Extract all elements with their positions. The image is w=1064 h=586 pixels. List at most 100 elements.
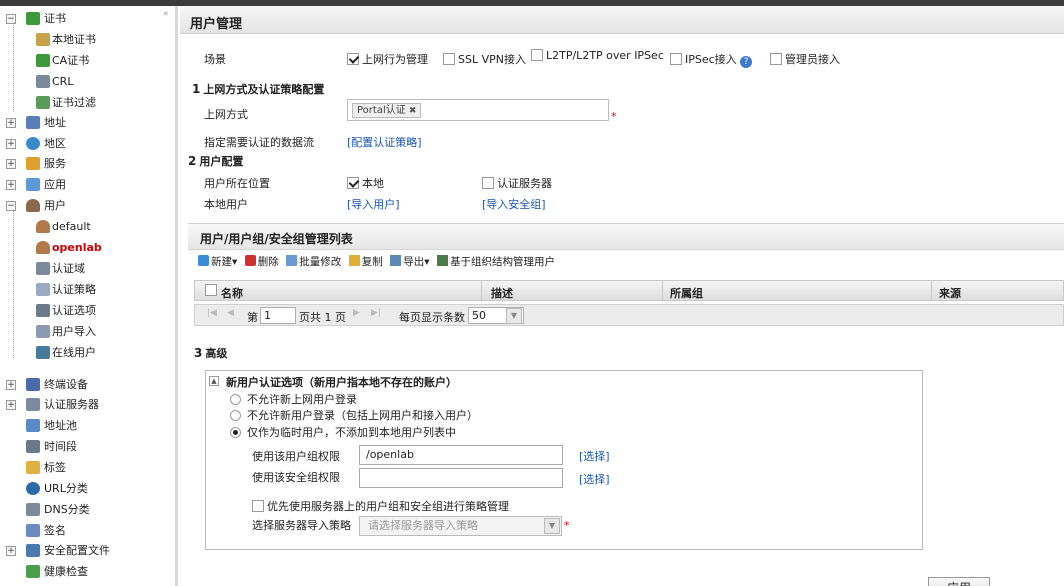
expand-icon[interactable]: +: [6, 118, 16, 128]
apply-button[interactable]: 应用: [928, 577, 990, 586]
copy-button[interactable]: 复制: [348, 254, 383, 269]
checkbox[interactable]: [531, 49, 543, 61]
edit-icon: [286, 255, 298, 266]
first-page-icon[interactable]: |◀: [207, 308, 217, 318]
auth-option-icon: [36, 304, 50, 317]
radio-temporary-user[interactable]: 仅作为临时用户，不添加到本地用户列表中: [230, 424, 456, 440]
expand-icon[interactable]: +: [6, 546, 16, 556]
radio-button[interactable]: [230, 410, 241, 421]
health-check-icon: [26, 565, 40, 578]
prev-page-icon[interactable]: ◀: [227, 308, 234, 318]
url-category-icon: [26, 482, 40, 495]
user-import-icon: [36, 325, 50, 338]
group-permission-label: 使用该用户组权限: [252, 450, 340, 463]
new-user-auth-options-box: ▲ 新用户认证选项（新用户指本地不存在的账户） 不允许新上网用户登录 不允许新用…: [205, 370, 923, 550]
import-security-groups-link[interactable]: [导入安全组]: [482, 196, 546, 212]
import-policy-label: 选择服务器导入策略: [252, 519, 351, 532]
page-number-input[interactable]: 1: [260, 307, 296, 324]
export-icon: [390, 255, 402, 266]
radio-button[interactable]: [230, 427, 241, 438]
org-manage-button[interactable]: 基于组织结构管理用户: [437, 254, 555, 269]
import-policy-select[interactable]: 请选择服务器导入策略 ▼: [359, 516, 562, 536]
user-group-icon: [36, 241, 50, 254]
options-box-title: 新用户认证选项（新用户指本地不存在的账户）: [226, 376, 457, 389]
location-server-option[interactable]: 认证服务器: [482, 175, 552, 191]
collapse-icon[interactable]: −: [6, 201, 16, 211]
export-button[interactable]: 导出▾: [390, 254, 430, 269]
user-group-icon: [36, 220, 50, 233]
online-user-icon: [36, 346, 50, 359]
tree-line: [13, 20, 14, 112]
help-icon[interactable]: ?: [740, 56, 753, 68]
new-button[interactable]: 新建▾: [198, 254, 237, 269]
org-structure-icon: [437, 255, 449, 266]
chevron-down-icon: ▼: [506, 308, 522, 324]
checkbox[interactable]: [347, 177, 359, 189]
checkbox[interactable]: [670, 53, 682, 65]
checkbox[interactable]: [347, 53, 359, 65]
list-panel-title: 用户/用户组/安全组管理列表: [188, 224, 1064, 250]
col-source[interactable]: 来源: [939, 285, 961, 301]
batch-edit-button[interactable]: 批量修改: [286, 254, 341, 269]
security-group-permission-input[interactable]: [359, 468, 563, 488]
section-3-heading: 3 高级: [194, 346, 228, 360]
auth-server-icon: [26, 398, 40, 411]
page-title-bar: 用户管理: [180, 6, 1064, 34]
list-header: 名称 描述 所属组 来源: [194, 280, 1064, 301]
auth-policy-icon: [36, 283, 50, 296]
region-icon: [26, 137, 40, 150]
expand-icon[interactable]: +: [6, 159, 16, 169]
collapse-sidebar-icon[interactable]: «: [163, 9, 169, 19]
scenario-option-l2tp[interactable]: L2TP/L2TP over IPSec: [531, 49, 664, 62]
access-method-input[interactable]: Portal认证 ✖: [347, 99, 609, 121]
col-description[interactable]: 描述: [491, 285, 513, 301]
expand-icon[interactable]: +: [6, 139, 16, 149]
prefer-server-groups-option[interactable]: 优先使用服务器上的用户组和安全组进行策略管理: [252, 498, 509, 514]
collapse-section-icon[interactable]: ▲: [209, 376, 219, 386]
last-page-icon[interactable]: ▶|: [371, 308, 381, 318]
delete-button[interactable]: 删除: [244, 254, 279, 269]
next-page-icon[interactable]: ▶: [353, 308, 360, 318]
crl-icon: [36, 75, 50, 88]
per-page-select[interactable]: 50 ▼: [468, 307, 524, 324]
col-separator: [931, 281, 932, 300]
collapse-icon[interactable]: −: [6, 14, 16, 24]
col-group[interactable]: 所属组: [670, 285, 703, 301]
signature-icon: [26, 524, 40, 537]
chevron-down-icon: ▼: [544, 518, 560, 534]
col-name[interactable]: 名称: [221, 285, 243, 301]
scenario-option-admin[interactable]: 管理员接入: [770, 51, 840, 67]
import-users-link[interactable]: [导入用户]: [347, 196, 400, 212]
service-icon: [26, 157, 40, 170]
radio-deny-all-new-users[interactable]: 不允许新用户登录（包括上网用户和接入用户）: [230, 407, 478, 423]
expand-icon[interactable]: +: [6, 400, 16, 410]
group-permission-input[interactable]: /openlab: [359, 445, 563, 465]
checkbox[interactable]: [252, 500, 264, 512]
section-1-heading: 1 上网方式及认证策略配置: [192, 82, 325, 96]
radio-deny-internet-users[interactable]: 不允许新上网用户登录: [230, 391, 357, 407]
dns-category-icon: [26, 503, 40, 516]
pager: |◀ ◀ 第 1 页共 1 页 ▶ ▶| 每页显示条数 50 ▼: [194, 304, 1064, 326]
select-security-group-link[interactable]: [选择]: [579, 471, 610, 487]
location-local-option[interactable]: 本地: [347, 175, 384, 191]
address-pool-icon: [26, 419, 40, 432]
expand-icon[interactable]: +: [6, 380, 16, 390]
remove-tag-icon[interactable]: ✖: [409, 106, 417, 116]
sidebar-splitter[interactable]: [175, 6, 178, 586]
expand-icon[interactable]: +: [6, 180, 16, 190]
list-toolbar: 新建▾ 删除 批量修改 复制 导出▾ 基于组织结构管理用户: [198, 254, 559, 274]
checkbox[interactable]: [443, 53, 455, 65]
radio-button[interactable]: [230, 394, 241, 405]
scenario-option-internet[interactable]: 上网行为管理: [347, 51, 428, 67]
select-group-link[interactable]: [选择]: [579, 448, 610, 464]
select-all-checkbox[interactable]: [205, 284, 217, 296]
flow-label: 指定需要认证的数据流: [204, 136, 314, 149]
security-group-permission-label: 使用该安全组权限: [252, 471, 340, 484]
scenario-option-sslvpn[interactable]: SSL VPN接入: [443, 51, 526, 67]
scenario-option-ipsec[interactable]: IPSec接入 ?: [670, 51, 753, 68]
cert-filter-icon: [36, 96, 50, 109]
copy-icon: [348, 255, 360, 266]
checkbox[interactable]: [482, 177, 494, 189]
configure-auth-policy-link[interactable]: [配置认证策略]: [347, 134, 422, 150]
checkbox[interactable]: [770, 53, 782, 65]
